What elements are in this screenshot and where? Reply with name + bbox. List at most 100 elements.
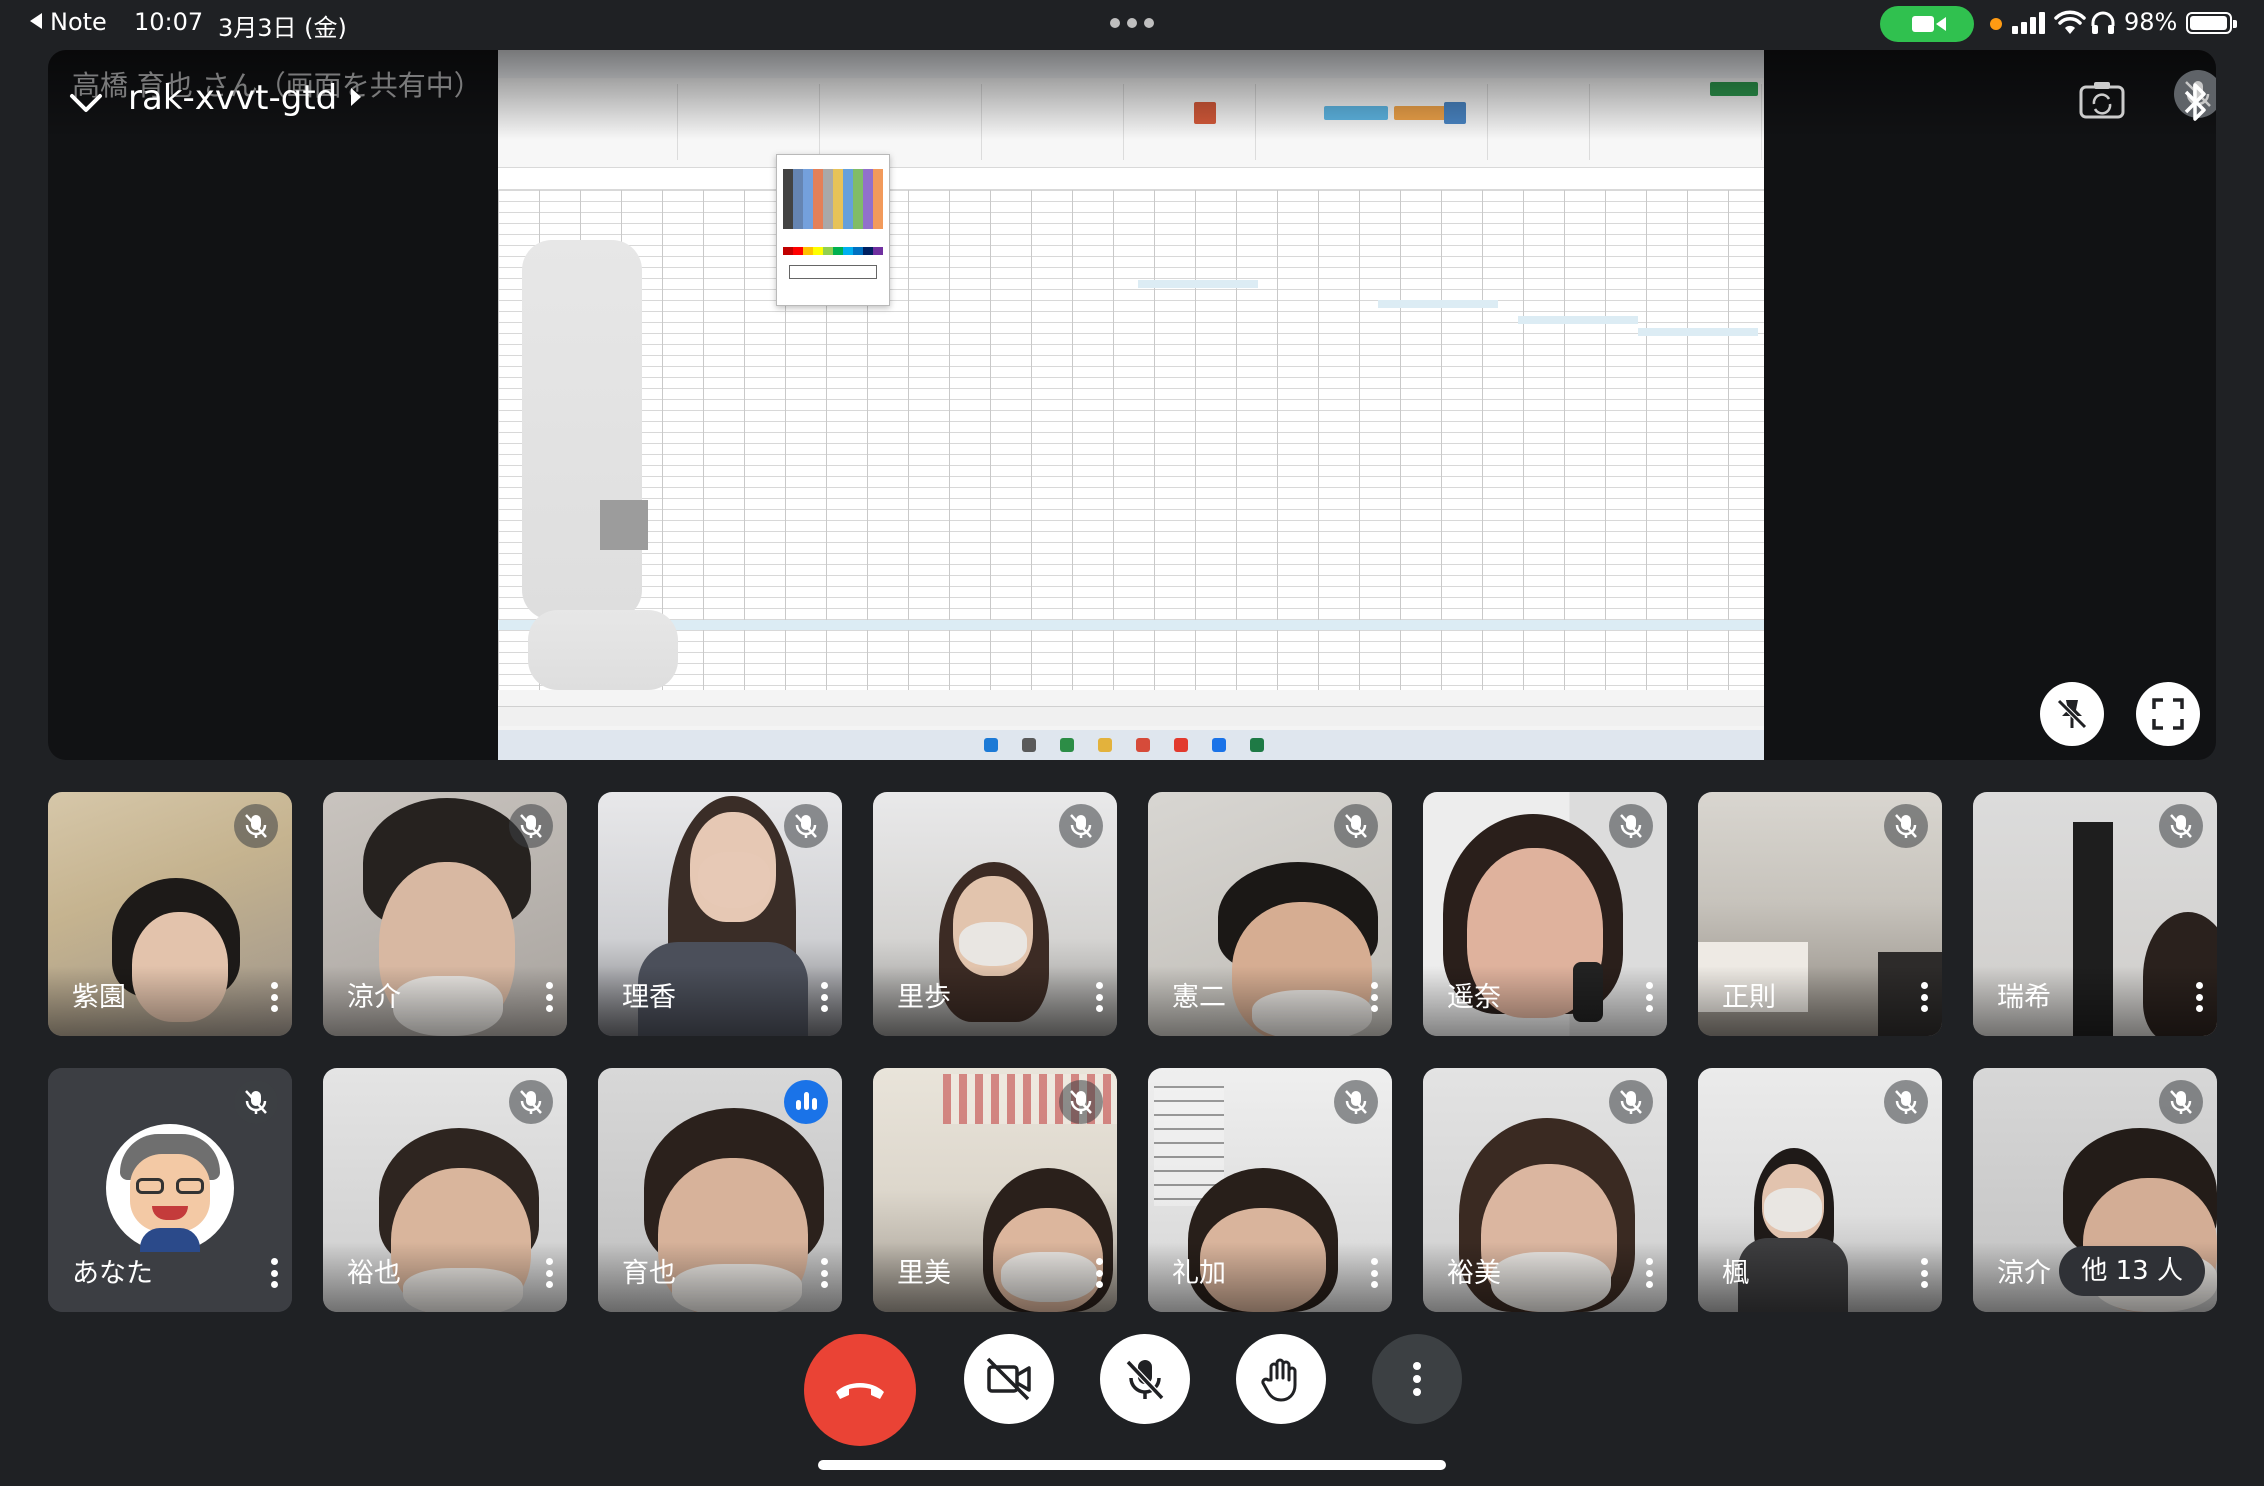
other-participants-count[interactable]: 他 13 人 [2059, 1246, 2205, 1296]
screen-share-stage[interactable]: 高橋 育也 さん（画面を共有中） rak-xvvt-gtd [48, 50, 2216, 760]
participant-name: 礼加 [1172, 1258, 1226, 1289]
participant-name: 里美 [897, 1258, 951, 1289]
participant-tile[interactable]: 瑞希 [1973, 792, 2217, 1036]
more-options-icon[interactable] [270, 1258, 278, 1288]
wifi-icon [2054, 10, 2086, 34]
participant-name: あなた [72, 1258, 153, 1289]
mic-off-icon [509, 1080, 553, 1124]
more-options-icon[interactable] [545, 982, 553, 1012]
participant-tile-speaking[interactable]: 育也 [598, 1068, 842, 1312]
mic-off-icon [234, 804, 278, 848]
participant-tile[interactable]: 裕美 [1423, 1068, 1667, 1312]
participant-tile[interactable]: 裕也 [323, 1068, 567, 1312]
participant-name: 瑞希 [1997, 982, 2051, 1013]
participant-name: 里歩 [897, 982, 951, 1013]
more-options-icon[interactable] [1645, 982, 1653, 1012]
more-options-icon[interactable] [820, 1258, 828, 1288]
more-options-icon[interactable] [820, 982, 828, 1012]
windows-taskbar [498, 730, 1764, 760]
more-options-icon[interactable] [545, 1258, 553, 1288]
mic-off-icon [1884, 1080, 1928, 1124]
participant-tile[interactable]: 紫園 [48, 792, 292, 1036]
participant-name: 紫園 [72, 982, 126, 1013]
raise-hand-button[interactable] [1236, 1334, 1326, 1424]
battery-percent: 98% [2124, 8, 2178, 36]
camera-in-use-icon [1880, 6, 1974, 42]
participant-name: 遥奈 [1447, 982, 1501, 1013]
participant-name: 涼介 [1997, 1258, 2051, 1289]
more-options-icon[interactable] [1095, 982, 1103, 1012]
mic-off-icon [1609, 804, 1653, 848]
date: 3月3日 (金) [218, 14, 347, 42]
unpin-button[interactable] [2040, 682, 2104, 746]
raise-hand-icon [1261, 1358, 1297, 1402]
participant-name: 正則 [1722, 982, 1776, 1013]
more-options-icon[interactable] [2195, 982, 2203, 1012]
more-options-icon[interactable] [1645, 1258, 1653, 1288]
more-options-icon[interactable] [1920, 982, 1928, 1012]
participant-tile[interactable]: 正則 [1698, 792, 1942, 1036]
more-options-icon[interactable] [1370, 982, 1378, 1012]
self-tile[interactable]: あなた [48, 1068, 292, 1312]
chevron-right-icon [351, 88, 362, 106]
end-call-icon [836, 1383, 884, 1399]
participant-name: 裕也 [347, 1258, 401, 1289]
spreadsheet-grid [498, 190, 1764, 690]
participant-name: 楓 [1722, 1258, 1749, 1289]
clock: 10:07 [134, 8, 204, 36]
more-options-icon[interactable] [1920, 1258, 1928, 1288]
mic-off-icon [234, 1080, 278, 1124]
speaking-indicator-icon [784, 1080, 828, 1124]
participant-tile[interactable]: 礼加 [1148, 1068, 1392, 1312]
camera-toggle-button[interactable] [964, 1334, 1054, 1424]
cellular-signal-icon [2012, 12, 2048, 34]
mic-off-icon [2159, 804, 2203, 848]
mic-off-icon [1059, 804, 1103, 848]
fullscreen-button[interactable] [2136, 682, 2200, 746]
participant-tile[interactable]: 里歩 [873, 792, 1117, 1036]
participant-name: 憲二 [1172, 982, 1226, 1013]
mic-off-icon [1059, 1080, 1103, 1124]
headphones-icon [2091, 11, 2115, 34]
back-app-label: Note [50, 8, 107, 36]
unpin-icon [2057, 699, 2087, 729]
mic-off-icon [2159, 1080, 2203, 1124]
more-options-button[interactable] [1372, 1334, 1462, 1424]
formula-bar [498, 168, 1764, 190]
bluetooth-icon [2184, 83, 2206, 121]
participant-tile[interactable]: 理香 [598, 792, 842, 1036]
participant-tile[interactable]: 楓 [1698, 1068, 1942, 1312]
meeting-code[interactable]: rak-xvvt-gtd [128, 78, 362, 118]
mic-off-icon [1884, 804, 1928, 848]
more-vert-icon [1413, 1362, 1421, 1396]
more-options-icon[interactable] [270, 982, 278, 1012]
mic-off-icon [1334, 804, 1378, 848]
end-call-button[interactable] [804, 1334, 916, 1446]
participant-tile[interactable]: 里美 [873, 1068, 1117, 1312]
participant-tile[interactable]: 憲二 [1148, 792, 1392, 1036]
multitask-dots-icon[interactable] [1110, 18, 1154, 30]
participant-name: 涼介 [347, 982, 401, 1013]
fullscreen-icon [2152, 698, 2184, 730]
participant-name: 裕美 [1447, 1258, 1501, 1289]
meeting-code-label: rak-xvvt-gtd [128, 78, 338, 118]
mic-off-icon [1334, 1080, 1378, 1124]
more-options-icon[interactable] [1095, 1258, 1103, 1288]
more-options-icon[interactable] [1370, 1258, 1378, 1288]
participant-tile[interactable]: 遥奈 [1423, 792, 1667, 1036]
status-bar: Note 10:07 3月3日 (金) 98% [0, 0, 2264, 48]
participant-tile-overflow[interactable]: 涼介 他 13 人 [1973, 1068, 2217, 1312]
back-arrow-icon [30, 13, 42, 29]
back-to-app[interactable]: Note [30, 8, 107, 36]
color-picker-popup [776, 154, 890, 306]
spreadsheet-status-bar [498, 706, 1764, 726]
home-indicator[interactable] [818, 1460, 1446, 1470]
chevron-down-icon[interactable] [64, 80, 108, 124]
battery-icon [2186, 12, 2237, 34]
participant-name: 理香 [622, 982, 676, 1013]
participant-tile[interactable]: 涼介 [323, 792, 567, 1036]
avatar [106, 1124, 234, 1252]
switch-camera-icon[interactable] [2076, 74, 2128, 126]
mic-toggle-button[interactable] [1100, 1334, 1190, 1424]
camera-off-icon [986, 1357, 1031, 1401]
